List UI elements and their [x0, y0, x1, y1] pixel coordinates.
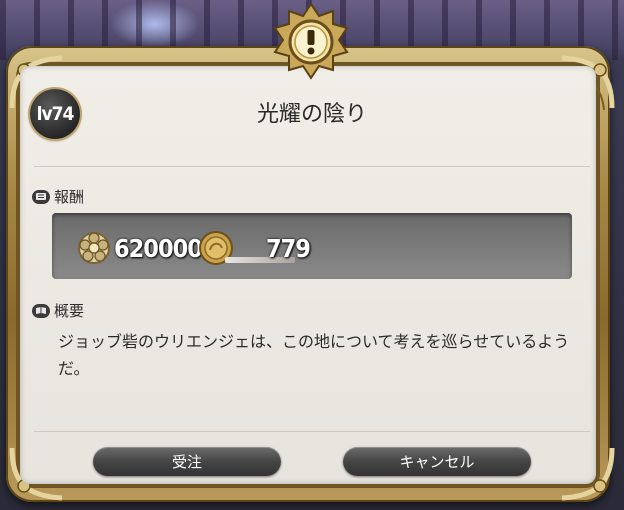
summary-section-label: 概要 [32, 300, 84, 321]
rewards-label: 報酬 [54, 188, 85, 206]
tomestone-amount: 779 [266, 234, 311, 263]
exclamation-emblem-icon [273, 2, 349, 80]
gil-amount: 620000 [114, 233, 203, 263]
footer-divider [34, 431, 590, 432]
quest-title: 光耀の陰り [256, 102, 367, 127]
tomestone-amount-wrap: 779 [266, 234, 311, 263]
gil-reward: 620000 [74, 228, 203, 268]
book-icon [32, 303, 50, 318]
summary-label: 概要 [54, 302, 85, 320]
rewards-section-label: 報酬 [32, 186, 84, 207]
cancel-button[interactable]: キャンセル [343, 447, 531, 476]
scroll-icon [32, 189, 50, 204]
quest-summary: ジョッブ砦のウリエンジェは、この地について考えを巡らせているようだ。 [58, 332, 570, 378]
gil-icon[interactable] [74, 228, 114, 268]
title-divider [34, 166, 590, 167]
accept-button[interactable]: 受注 [93, 447, 281, 476]
